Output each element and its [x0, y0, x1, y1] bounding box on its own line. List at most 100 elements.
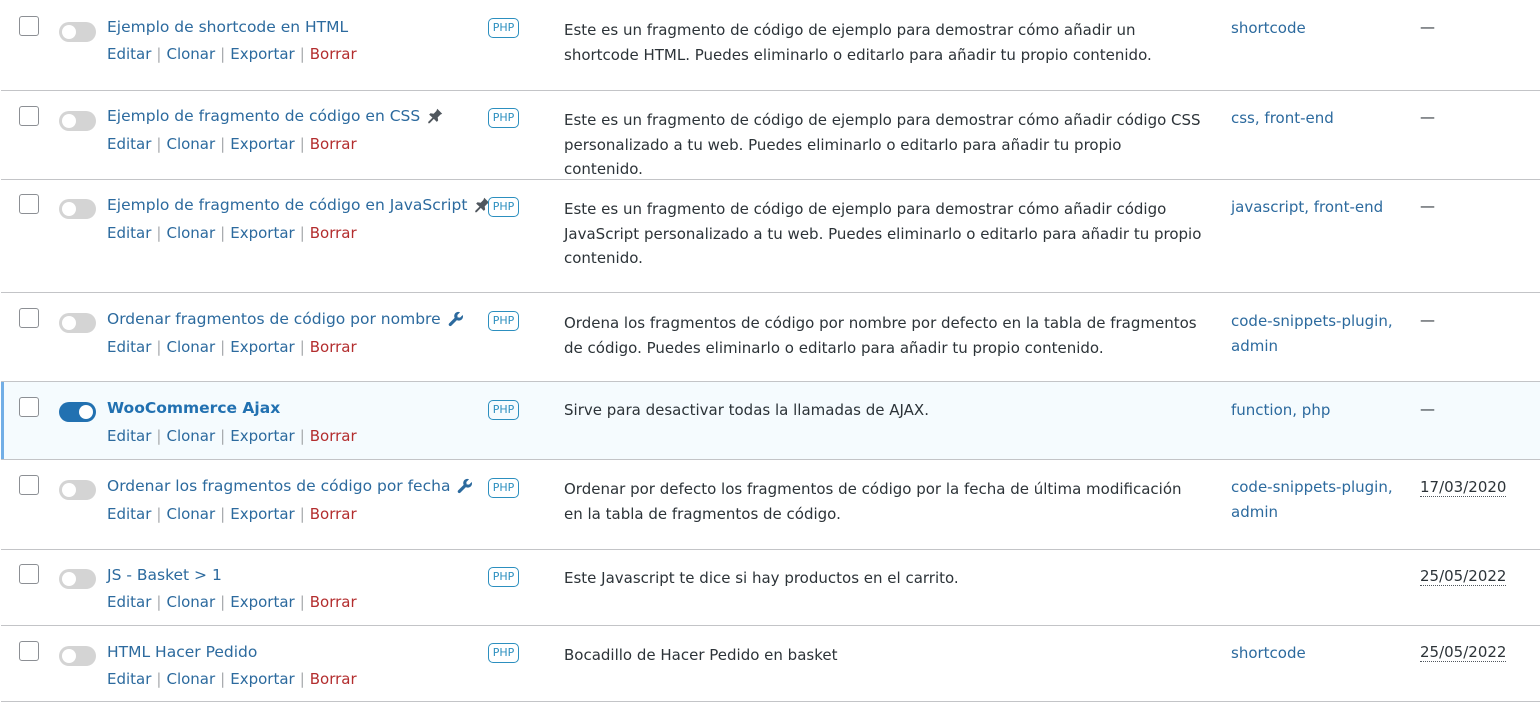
snippet-title-link[interactable]: WooCommerce Ajax [107, 399, 280, 417]
row-actions: Editar | Clonar | Exportar | Borrar [107, 224, 357, 242]
snippet-title-link[interactable]: Ejemplo de fragmento de código en CSS [107, 107, 420, 125]
delete-link[interactable]: Borrar [310, 670, 357, 688]
row-checkbox[interactable] [19, 106, 39, 126]
snippet-description: Sirve para desactivar todas la llamadas … [564, 401, 929, 419]
snippet-description: Este es un fragmento de código de ejempl… [564, 21, 1152, 64]
activate-toggle[interactable] [59, 480, 96, 500]
row-checkbox[interactable] [19, 475, 39, 495]
clone-link[interactable]: Clonar [166, 135, 215, 153]
export-link[interactable]: Exportar [230, 338, 294, 356]
clone-link[interactable]: Clonar [166, 224, 215, 242]
activate-toggle[interactable] [59, 111, 96, 131]
edit-link[interactable]: Editar [107, 427, 151, 445]
snippet-description: Este es un fragmento de código de ejempl… [564, 200, 1202, 267]
snippet-tags: function, php [1231, 398, 1401, 423]
edit-link[interactable]: Editar [107, 135, 151, 153]
clone-link[interactable]: Clonar [166, 505, 215, 523]
table-row-active: WooCommerce Ajax Editar | Clonar | Exportar |… [1, 382, 1540, 460]
row-actions: Editar | Clonar | Exportar | Borrar [107, 45, 357, 63]
table-row: Ordenar fragmentos de código por nombre … [1, 293, 1540, 382]
row-checkbox[interactable] [19, 194, 39, 214]
tag-link[interactable]: javascript, front-end [1231, 198, 1383, 216]
export-link[interactable]: Exportar [230, 224, 294, 242]
tag-link[interactable]: css, front-end [1231, 109, 1334, 127]
export-link[interactable]: Exportar [230, 427, 294, 445]
snippet-date: 17/03/2020 [1420, 478, 1507, 497]
delete-link[interactable]: Borrar [310, 593, 357, 611]
snippet-tags: css, front-end [1231, 106, 1401, 131]
wrench-icon [456, 477, 474, 495]
snippet-tags: code-snippets-plugin, admin [1231, 475, 1401, 524]
snippet-name: Ejemplo de shortcode en HTML [107, 18, 348, 36]
table-row: Ejemplo de fragmento de código en CSS Ed… [1, 91, 1540, 180]
row-checkbox[interactable] [19, 16, 39, 36]
edit-link[interactable]: Editar [107, 45, 151, 63]
edit-link[interactable]: Editar [107, 593, 151, 611]
row-checkbox[interactable] [19, 641, 39, 661]
tag-link[interactable]: function, php [1231, 401, 1330, 419]
activate-toggle[interactable] [59, 313, 96, 333]
snippet-title-link[interactable]: JS - Basket > 1 [107, 566, 222, 584]
tag-link[interactable]: code-snippets-plugin, admin [1231, 478, 1393, 521]
export-link[interactable]: Exportar [230, 135, 294, 153]
activate-toggle[interactable] [59, 22, 96, 42]
clone-link[interactable]: Clonar [166, 670, 215, 688]
snippet-title-link[interactable]: Ordenar fragmentos de código por nombre [107, 310, 441, 328]
snippet-title-link[interactable]: HTML Hacer Pedido [107, 643, 257, 661]
snippet-title-link[interactable]: Ejemplo de shortcode en HTML [107, 18, 348, 36]
snippet-name: Ejemplo de fragmento de código en CSS [107, 107, 444, 125]
type-badge: PHP [488, 18, 519, 38]
activate-toggle[interactable] [59, 646, 96, 666]
table-row: JS - Basket > 1 Editar | Clonar | Exportar | B… [1, 550, 1540, 626]
type-badge: PHP [488, 478, 519, 498]
edit-link[interactable]: Editar [107, 338, 151, 356]
snippet-date: 25/05/2022 [1420, 567, 1507, 586]
snippet-name: JS - Basket > 1 [107, 566, 222, 584]
snippet-description: Ordenar por defecto los fragmentos de có… [564, 480, 1182, 523]
row-checkbox[interactable] [19, 564, 39, 584]
clone-link[interactable]: Clonar [166, 45, 215, 63]
snippet-tags: shortcode [1231, 16, 1401, 41]
type-badge: PHP [488, 567, 519, 587]
row-actions: Editar | Clonar | Exportar | Borrar [107, 427, 357, 445]
activate-toggle[interactable] [59, 402, 96, 422]
delete-link[interactable]: Borrar [310, 135, 357, 153]
delete-link[interactable]: Borrar [310, 45, 357, 63]
delete-link[interactable]: Borrar [310, 338, 357, 356]
edit-link[interactable]: Editar [107, 224, 151, 242]
snippet-name: Ejemplo de fragmento de código en JavaSc… [107, 196, 491, 214]
edit-link[interactable]: Editar [107, 505, 151, 523]
snippet-description: Bocadillo de Hacer Pedido en basket [564, 646, 838, 664]
row-actions: Editar | Clonar | Exportar | Borrar [107, 135, 357, 153]
export-link[interactable]: Exportar [230, 670, 294, 688]
row-actions: Editar | Clonar | Exportar | Borrar [107, 338, 357, 356]
activate-toggle[interactable] [59, 569, 96, 589]
row-checkbox[interactable] [19, 397, 39, 417]
delete-link[interactable]: Borrar [310, 427, 357, 445]
table-row: Ordenar los fragmentos de código por fec… [1, 460, 1540, 550]
snippet-title-link[interactable]: Ordenar los fragmentos de código por fec… [107, 477, 450, 495]
snippet-tags: code-snippets-plugin, admin [1231, 309, 1401, 358]
clone-link[interactable]: Clonar [166, 593, 215, 611]
snippet-name: Ordenar los fragmentos de código por fec… [107, 477, 474, 495]
clone-link[interactable]: Clonar [166, 427, 215, 445]
tag-link[interactable]: shortcode [1231, 644, 1306, 662]
delete-link[interactable]: Borrar [310, 505, 357, 523]
snippet-title-link[interactable]: Ejemplo de fragmento de código en JavaSc… [107, 196, 467, 214]
tag-link[interactable]: shortcode [1231, 19, 1306, 37]
type-badge: PHP [488, 311, 519, 331]
pin-icon [426, 107, 444, 125]
export-link[interactable]: Exportar [230, 45, 294, 63]
edit-link[interactable]: Editar [107, 670, 151, 688]
type-badge: PHP [488, 108, 519, 128]
export-link[interactable]: Exportar [230, 593, 294, 611]
row-checkbox[interactable] [19, 308, 39, 328]
delete-link[interactable]: Borrar [310, 224, 357, 242]
clone-link[interactable]: Clonar [166, 338, 215, 356]
snippet-date: — [1420, 18, 1435, 36]
table-row: Ejemplo de shortcode en HTML Editar | Clon… [1, 0, 1540, 91]
type-badge: PHP [488, 197, 519, 217]
export-link[interactable]: Exportar [230, 505, 294, 523]
tag-link[interactable]: code-snippets-plugin, admin [1231, 312, 1393, 355]
activate-toggle[interactable] [59, 199, 96, 219]
